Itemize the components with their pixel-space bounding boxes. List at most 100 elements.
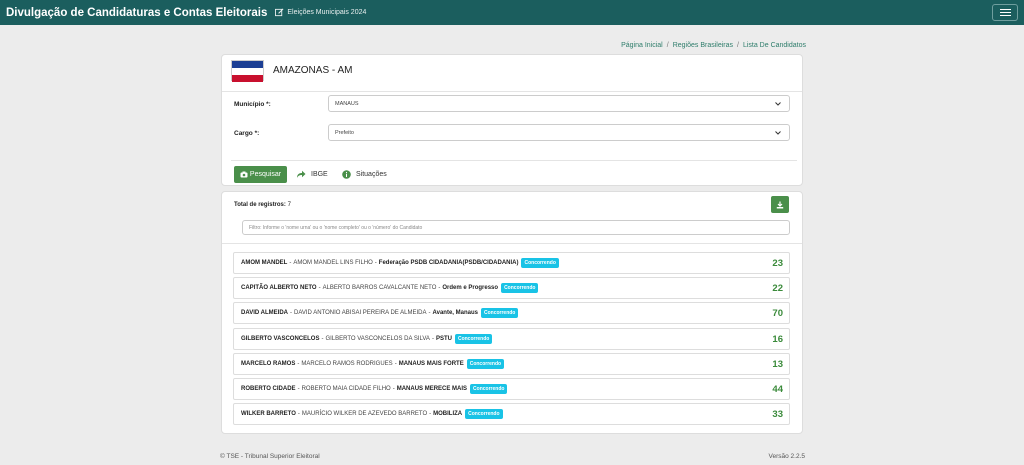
candidate-filter-input[interactable]: Filtro: Informe o 'nome urna' ou o 'nome… bbox=[242, 220, 790, 235]
candidate-ballot-name: WILKER BARRETO bbox=[241, 411, 296, 418]
app-title[interactable]: Divulgação de Candidaturas e Contas Elei… bbox=[6, 7, 267, 19]
state-name: AMAZONAS - AM bbox=[273, 65, 353, 76]
menu-bar-icon bbox=[999, 9, 1011, 10]
breadcrumb-separator: / bbox=[666, 42, 669, 49]
separator: - bbox=[290, 310, 292, 317]
footer-copyright: © TSE - Tribunal Superior Eleitoral bbox=[220, 453, 320, 460]
hamburger-menu-button[interactable] bbox=[992, 4, 1018, 21]
download-button[interactable] bbox=[771, 196, 789, 213]
municipio-value: MANAUS bbox=[335, 100, 359, 107]
separator: - bbox=[374, 260, 377, 266]
candidate-full-name: ROBERTO MAIA CIDADE FILHO bbox=[301, 385, 391, 392]
candidate-row[interactable]: DAVID ALMEIDA - DAVID ANTONIO ABISAI PEREI… bbox=[233, 302, 790, 325]
separator: - bbox=[289, 260, 292, 266]
menu-bar-icon bbox=[999, 12, 1011, 13]
candidate-row[interactable]: ROBERTO CIDADE - ROBERTO MAIA CIDADE FILHO… bbox=[233, 377, 790, 400]
separator: - bbox=[431, 335, 434, 342]
candidate-list: AMOM MANDEL - AMOM MANDEL LINS FILHO - Feder… bbox=[233, 252, 790, 428]
separator: - bbox=[321, 335, 324, 342]
separator: - bbox=[429, 411, 432, 418]
chevron-down-icon bbox=[775, 131, 781, 135]
candidate-party: Ordem e Progresso bbox=[442, 285, 499, 292]
results-card: Total de registros: 7 Filtro: Informe o … bbox=[221, 191, 803, 434]
divider bbox=[222, 91, 802, 92]
state-flag bbox=[231, 60, 264, 82]
total-records: Total de registros: 7 bbox=[234, 202, 291, 208]
candidate-party: MANAUS MERECE MAIS bbox=[396, 385, 468, 392]
candidate-number: 33 bbox=[772, 409, 783, 421]
candidate-party: Avante, Manaus bbox=[432, 310, 478, 317]
breadcrumb-separator: / bbox=[737, 42, 739, 49]
election-subtitle-text: Eleições Municipais 2024 bbox=[287, 9, 367, 16]
candidate-row[interactable]: AMOM MANDEL - AMOM MANDEL LINS FILHO - Feder… bbox=[233, 252, 790, 274]
candidate-party: Federação PSDB CIDADANIA(PSDB/CIDADANIA) bbox=[378, 260, 519, 266]
candidate-party: MOBILIZA bbox=[433, 411, 463, 418]
candidate-number: 22 bbox=[772, 283, 783, 295]
candidate-row[interactable]: CAPITÃO ALBERTO NETO - ALBERTO BARROS CAVA… bbox=[233, 277, 790, 300]
status-badge: Concorrendo bbox=[521, 258, 559, 268]
info-icon bbox=[342, 170, 351, 179]
total-records-label: Total de registros: bbox=[234, 202, 286, 208]
search-card: AMAZONAS - AM Município *: MANAUS Cargo … bbox=[221, 54, 803, 186]
candidate-ballot-name: ROBERTO CIDADE bbox=[241, 385, 296, 392]
municipio-select[interactable]: MANAUS bbox=[328, 95, 790, 112]
footer-version: Versão 2.2.5 bbox=[768, 453, 806, 460]
filter-placeholder: Filtro: Informe o 'nome urna' ou o 'nome… bbox=[249, 224, 423, 231]
separator: - bbox=[394, 360, 397, 367]
ibge-link[interactable]: IBGE bbox=[296, 166, 328, 183]
candidate-ballot-name: DAVID ALMEIDA bbox=[241, 310, 288, 317]
cargo-value: Prefeito bbox=[335, 129, 354, 136]
camera-icon bbox=[240, 171, 248, 178]
search-button-label: Pesquisar bbox=[249, 171, 282, 178]
chevron-down-icon bbox=[775, 102, 781, 106]
breadcrumb-regions[interactable]: Regiões Brasileiras bbox=[673, 42, 733, 49]
status-badge: Concorrendo bbox=[454, 333, 493, 344]
share-arrow-icon bbox=[297, 170, 306, 178]
candidate-number: 70 bbox=[772, 308, 783, 320]
candidate-number: 44 bbox=[772, 383, 783, 395]
situacoes-link[interactable]: Situações bbox=[342, 166, 387, 183]
candidate-ballot-name: GILBERTO VASCONCELOS bbox=[241, 335, 320, 342]
search-button[interactable]: Pesquisar bbox=[234, 166, 287, 183]
candidate-full-name: ALBERTO BARROS CAVALCANTE NETO bbox=[322, 285, 437, 292]
breadcrumb-home[interactable]: Página Inicial bbox=[621, 42, 663, 49]
separator: - bbox=[297, 411, 300, 418]
status-badge: Concorrendo bbox=[470, 383, 508, 394]
edit-icon bbox=[275, 8, 284, 17]
cargo-select[interactable]: Prefeito bbox=[328, 124, 790, 141]
separator: - bbox=[297, 360, 300, 367]
candidate-row[interactable]: WILKER BARRETO - MAURÍCIO WILKER DE AZEVED… bbox=[233, 403, 790, 426]
candidate-full-name: MAURÍCIO WILKER DE AZEVEDO BARRETO bbox=[301, 411, 428, 418]
status-badge: Concorrendo bbox=[466, 358, 505, 369]
cargo-label: Cargo *: bbox=[234, 130, 260, 137]
separator: - bbox=[438, 285, 441, 292]
download-icon bbox=[776, 201, 784, 208]
status-badge: Concorrendo bbox=[501, 283, 539, 294]
separator: - bbox=[392, 385, 395, 392]
candidate-number: 16 bbox=[772, 333, 783, 345]
candidate-full-name: DAVID ANTONIO ABISAI PEREIRA DE ALMEIDA bbox=[294, 310, 427, 317]
divider bbox=[231, 160, 797, 161]
state-header: AMAZONAS - AM bbox=[231, 60, 353, 82]
breadcrumb-current: Lista De Candidatos bbox=[742, 42, 806, 49]
situacoes-label: Situações bbox=[356, 171, 387, 178]
total-records-value: 7 bbox=[287, 202, 291, 208]
candidate-number: 13 bbox=[772, 358, 783, 370]
candidate-row[interactable]: GILBERTO VASCONCELOS - GILBERTO VASCONCELO… bbox=[233, 327, 790, 350]
municipio-label: Município *: bbox=[234, 101, 271, 108]
candidate-party: PSTU bbox=[435, 335, 452, 342]
candidate-ballot-name: AMOM MANDEL bbox=[241, 260, 288, 266]
top-navbar: Divulgação de Candidaturas e Contas Elei… bbox=[0, 0, 1024, 25]
ibge-label: IBGE bbox=[311, 171, 328, 178]
breadcrumb: Página Inicial / Regiões Brasileiras / L… bbox=[621, 42, 806, 49]
candidate-row[interactable]: MARCELO RAMOS - MARCELO RAMOS RODRIGUES - MA… bbox=[233, 352, 790, 375]
divider bbox=[222, 243, 802, 244]
candidate-full-name: GILBERTO VASCONCELOS DA SILVA bbox=[325, 335, 430, 342]
candidate-full-name: AMOM MANDEL LINS FILHO bbox=[293, 260, 373, 266]
candidate-party: MANAUS MAIS FORTE bbox=[398, 360, 464, 367]
separator: - bbox=[318, 285, 321, 292]
separator: - bbox=[428, 310, 431, 317]
candidate-ballot-name: CAPITÃO ALBERTO NETO bbox=[241, 285, 317, 292]
status-badge: Concorrendo bbox=[480, 308, 519, 319]
candidate-number: 23 bbox=[772, 258, 783, 269]
